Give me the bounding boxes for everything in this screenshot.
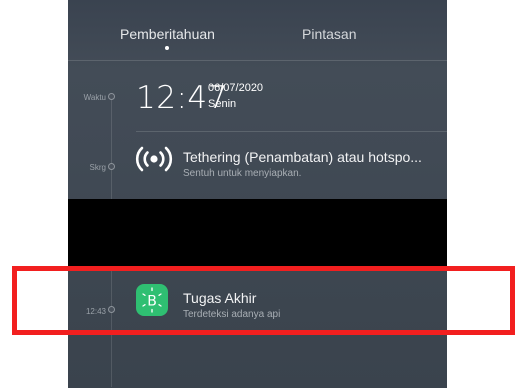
timeline-label-time: Waktu — [83, 93, 106, 102]
tab-notifications[interactable]: Pemberitahuan — [120, 26, 215, 42]
active-tab-indicator — [165, 46, 169, 50]
tabs-divider — [68, 60, 447, 61]
tethering-icon — [135, 146, 173, 172]
highlight-box — [12, 266, 515, 335]
notification-title: Tethering (Penambatan) atau hotspo... — [183, 149, 422, 165]
row-divider — [136, 131, 447, 132]
clock-day: Senin — [208, 98, 237, 110]
clock-date: 06/07/2020 — [208, 82, 264, 94]
timeline-label-now: Skrg — [89, 163, 106, 172]
redaction-block — [68, 199, 447, 266]
tab-shortcuts[interactable]: Pintasan — [302, 26, 356, 42]
shade-tabs: Pemberitahuan Pintasan — [68, 0, 447, 60]
notification-subtitle: Sentuh untuk menyiapkan. — [183, 168, 302, 179]
timeline-dot — [108, 163, 115, 170]
timeline-dot — [108, 93, 115, 100]
